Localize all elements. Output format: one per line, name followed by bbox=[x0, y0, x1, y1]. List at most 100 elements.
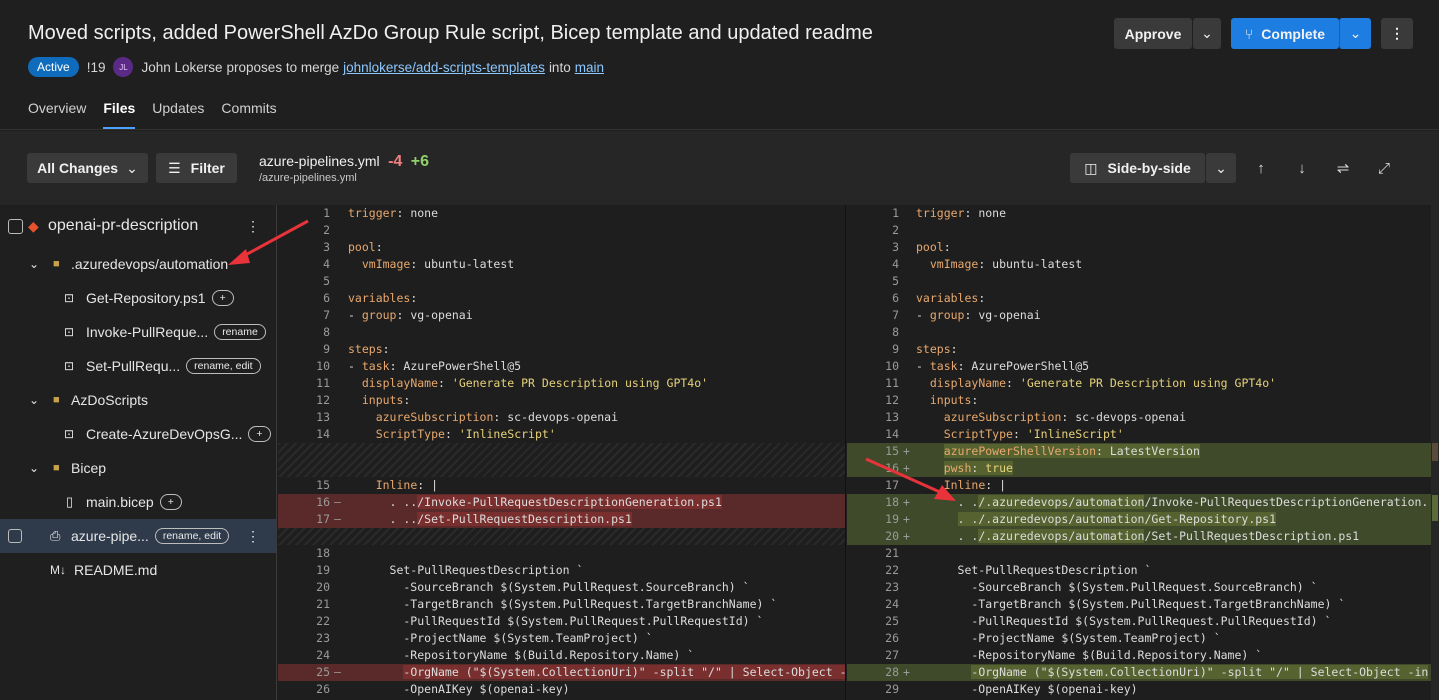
diff-line: 29 -OpenAIKey $(openai-key) bbox=[847, 681, 1431, 698]
diff-line: 26 -ProjectName $(System.TeamProject) ` bbox=[847, 630, 1431, 647]
line-number: 27 bbox=[885, 648, 899, 662]
tree-file-readme[interactable]: M↓ README.md bbox=[0, 554, 276, 586]
diff-line: 8 bbox=[278, 324, 845, 341]
change-marker: + bbox=[903, 512, 910, 526]
tree-file-main-bicep[interactable]: ▯ main.bicep + bbox=[0, 486, 276, 518]
diff-left-pane[interactable]: 1 trigger: none 2 3 pool: 4 vmImage: ubuntu-l… bbox=[278, 205, 846, 700]
line-number: 23 bbox=[316, 631, 330, 645]
tab-commits[interactable]: Commits bbox=[221, 100, 276, 116]
code-text: -OrgName ("$(System.CollectionUri)" -spl… bbox=[971, 665, 1429, 679]
file-checkbox[interactable] bbox=[8, 529, 22, 543]
diff-line: 23 -ProjectName $(System.TeamProject) ` bbox=[278, 630, 845, 647]
line-number: 5 bbox=[323, 274, 330, 288]
more-actions-button[interactable]: ⋮ bbox=[1381, 18, 1413, 49]
line-number: 28 bbox=[885, 665, 899, 679]
side-by-side-icon: ◫ bbox=[1084, 159, 1098, 176]
filter-button[interactable]: ☰ Filter bbox=[156, 153, 237, 183]
diff-line: 19 + . ./.azuredevops/automation/Get-Repo… bbox=[847, 511, 1431, 528]
line-number: 22 bbox=[885, 563, 899, 577]
terminal-icon: ⊡ bbox=[64, 359, 75, 373]
tab-files[interactable]: Files bbox=[103, 100, 135, 129]
tree-folder-automation[interactable]: ⌄ ■ .azuredevops/automation bbox=[0, 248, 276, 280]
line-number: 13 bbox=[316, 410, 330, 424]
tab-updates[interactable]: Updates bbox=[152, 100, 204, 116]
code-text: - task: AzurePowerShell@5 bbox=[916, 359, 1090, 373]
terminal-icon: ⊡ bbox=[64, 291, 75, 305]
diff-line: 9 steps: bbox=[847, 341, 1431, 358]
diff-line: 11 displayName: 'Generate PR Description… bbox=[847, 375, 1431, 392]
line-number: 15 bbox=[885, 444, 899, 458]
diff-line: 17 Inline: | bbox=[847, 477, 1431, 494]
code-text: trigger: none bbox=[916, 206, 1007, 220]
complete-button[interactable]: ⑂ Complete bbox=[1231, 18, 1339, 49]
diff-right-pane[interactable]: 1 trigger: none 2 3 pool: 4 vmImage: ubuntu-l… bbox=[847, 205, 1431, 700]
line-number: 14 bbox=[885, 427, 899, 441]
approve-dropdown-button[interactable]: ⌄ bbox=[1193, 18, 1221, 49]
tree-folder-azdoscripts[interactable]: ⌄ ■ AzDoScripts bbox=[0, 384, 276, 416]
code-text: Set-PullRequestDescription ` bbox=[348, 563, 584, 577]
approve-button[interactable]: Approve bbox=[1114, 18, 1192, 49]
diff-line: 28 + -OrgName ("$(System.CollectionUri)" … bbox=[847, 664, 1431, 681]
diff-line: 18 bbox=[278, 545, 845, 562]
code-text: Inline: | bbox=[943, 478, 1007, 492]
repo-checkbox[interactable] bbox=[8, 219, 23, 234]
terminal-icon: ⊡ bbox=[64, 427, 75, 441]
code-text: inputs: bbox=[929, 393, 979, 407]
previous-change-button[interactable]: ↑ bbox=[1246, 153, 1276, 183]
diff-scrollbar[interactable] bbox=[1431, 205, 1439, 700]
chevron-down-icon: ⌄ bbox=[126, 159, 138, 176]
code-text: -PullRequestId $(System.PullRequest.Pull… bbox=[916, 614, 1332, 628]
diff-line: 20 + . ./.azuredevops/automation/Set-Pull… bbox=[847, 528, 1431, 545]
tree-file-get-repository[interactable]: ⊡ Get-Repository.ps1 + bbox=[0, 282, 276, 314]
diff-line: 21 bbox=[847, 545, 1431, 562]
line-number: 15 bbox=[316, 478, 330, 492]
target-branch-link[interactable]: main bbox=[575, 60, 604, 75]
tree-file-invoke-pullrequest[interactable]: ⊡ Invoke-PullReque... rename bbox=[0, 316, 276, 348]
all-changes-dropdown[interactable]: All Changes ⌄ bbox=[27, 153, 148, 183]
diff-line: 16 + pwsh: true bbox=[847, 460, 1431, 477]
line-number: 23 bbox=[885, 580, 899, 594]
diff-line: 14 ScriptType: 'InlineScript' bbox=[847, 426, 1431, 443]
code-text: . ./.azuredevops/automation/Get-Reposito… bbox=[957, 512, 1277, 526]
tree-file-set-pullrequest[interactable]: ⊡ Set-PullRequ... rename, edit bbox=[0, 350, 276, 382]
scroll-marker-added bbox=[1432, 495, 1438, 521]
tree-item-content: Invoke-PullReque... rename bbox=[86, 324, 266, 340]
more-vertical-icon[interactable]: ⋮ bbox=[246, 528, 260, 545]
file-tree: ◆ openai-pr-description ⋮ ⌄ ■ .azuredevo… bbox=[0, 205, 277, 700]
diff-line: 15 + azurePowerShellVersion: LatestVersio… bbox=[847, 443, 1431, 460]
view-mode-label: Side-by-side bbox=[1107, 160, 1191, 176]
line-number: 19 bbox=[885, 512, 899, 526]
diff-line: 9 steps: bbox=[278, 341, 845, 358]
line-number: 24 bbox=[885, 597, 899, 611]
pr-title: Moved scripts, added PowerShell AzDo Gro… bbox=[28, 22, 873, 44]
diff-settings-button[interactable]: ⇌ bbox=[1328, 153, 1358, 183]
code-text: - group: vg-openai bbox=[348, 308, 473, 322]
tree-folder-bicep[interactable]: ⌄ ■ Bicep bbox=[0, 452, 276, 484]
diff-line: 12 inputs: bbox=[278, 392, 845, 409]
tree-file-azure-pipelines[interactable]: ⎙ azure-pipe... rename, edit ⋮ bbox=[0, 519, 276, 553]
line-number: 19 bbox=[316, 563, 330, 577]
line-number: 16 bbox=[316, 495, 330, 509]
next-change-button[interactable]: ↓ bbox=[1287, 153, 1317, 183]
view-mode-dropdown[interactable]: ⌄ bbox=[1206, 153, 1236, 183]
complete-dropdown-button[interactable]: ⌄ bbox=[1339, 18, 1371, 49]
chevron-down-icon: ⌄ bbox=[1349, 25, 1362, 41]
diff-line: 23 -SourceBranch $(System.PullRequest.So… bbox=[847, 579, 1431, 596]
repo-root[interactable]: ◆ openai-pr-description ⋮ bbox=[0, 210, 276, 242]
avatar[interactable]: JL bbox=[113, 57, 134, 77]
tree-item-content: azure-pipe... rename, edit bbox=[71, 528, 230, 544]
side-by-side-button[interactable]: ◫ Side-by-side bbox=[1070, 153, 1205, 183]
tree-item-label: Set-PullRequ... bbox=[86, 358, 181, 374]
code-text: -OpenAIKey $(openai-key) bbox=[348, 682, 570, 696]
code-text: . ../Set-PullRequestDescription.ps1 bbox=[348, 512, 632, 526]
more-vertical-icon[interactable]: ⋮ bbox=[246, 218, 260, 235]
diff-line: 4 vmImage: ubuntu-latest bbox=[278, 256, 845, 273]
source-branch-link[interactable]: johnlokerse/add-scripts-templates bbox=[343, 60, 545, 75]
line-number: 1 bbox=[892, 206, 899, 220]
diff-line: 22 Set-PullRequestDescription ` bbox=[847, 562, 1431, 579]
tree-file-create-azuredevops[interactable]: ⊡ Create-AzureDevOpsG... + bbox=[0, 418, 276, 450]
chevron-down-icon: ⌄ bbox=[1215, 159, 1227, 176]
pr-meta: Active !19 JL John Lokerse proposes to m… bbox=[28, 57, 608, 77]
fullscreen-button[interactable]: ⤢ bbox=[1369, 153, 1399, 183]
tab-overview[interactable]: Overview bbox=[28, 100, 86, 116]
